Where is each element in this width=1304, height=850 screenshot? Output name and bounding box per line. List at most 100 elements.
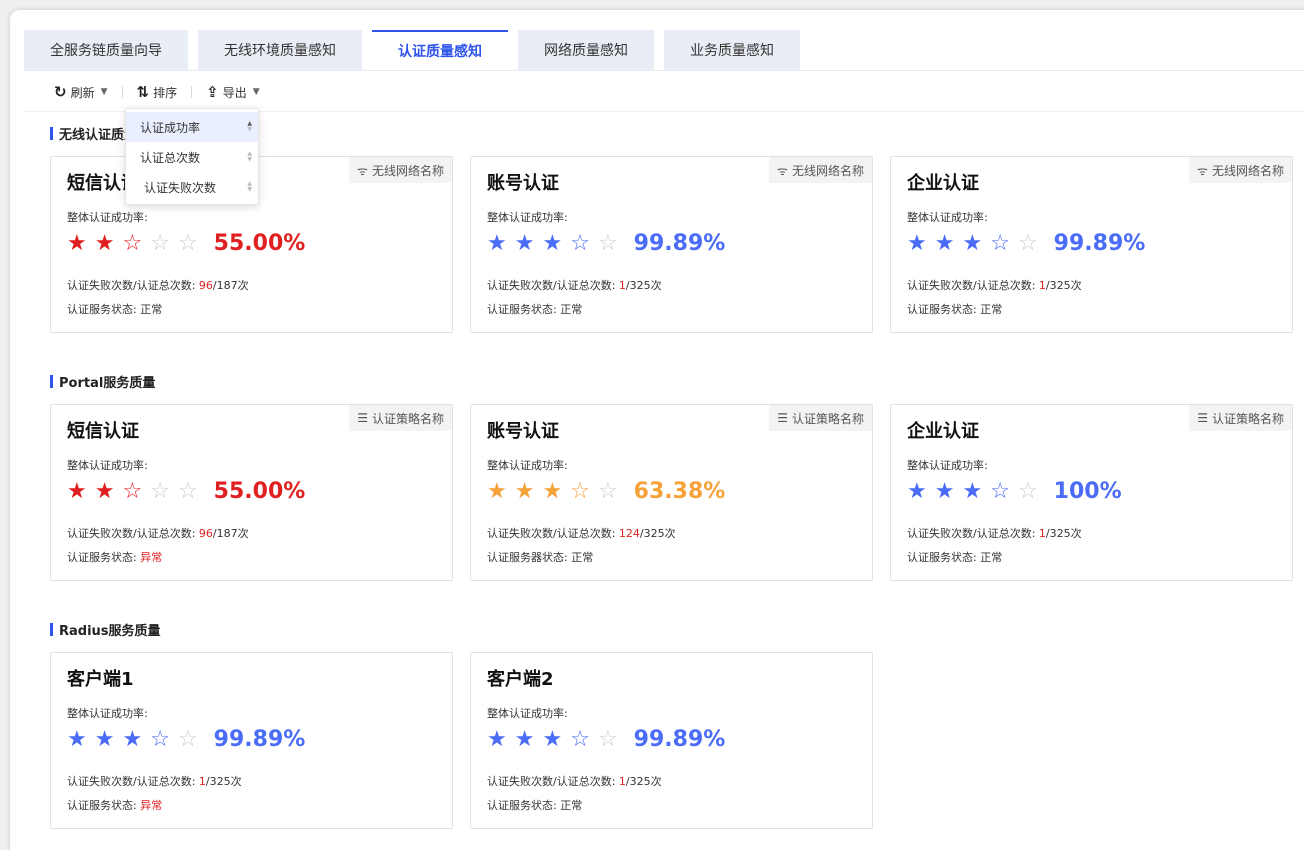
total-count-value: /325次 bbox=[1045, 279, 1082, 292]
section-title: 无线认证质量 bbox=[50, 124, 137, 143]
fail-count-label: 认证失败次数/认证总次数: bbox=[67, 279, 199, 292]
tab-auth-quality[interactable]: 认证质量感知 bbox=[372, 30, 508, 70]
total-count-value: /187次 bbox=[212, 279, 249, 292]
star-empty-icon: ☆ bbox=[1017, 231, 1038, 256]
star-empty-icon: ☆ bbox=[177, 231, 198, 256]
star-empty-icon: ☆ bbox=[122, 479, 143, 504]
star-rating: ★ ★ ★ ☆ ☆ 99.89% bbox=[907, 229, 1145, 259]
fail-count-label: 认证失败次数/认证总次数: bbox=[907, 279, 1039, 292]
star-filled-icon: ★ bbox=[907, 479, 927, 504]
chevron-down-icon: ▼ bbox=[100, 87, 108, 97]
star-filled-icon: ★ bbox=[94, 231, 115, 256]
refresh-button[interactable]: ↻ 刷新 ▼ bbox=[54, 83, 108, 101]
fail-count-value: 96 bbox=[198, 527, 213, 540]
fail-count-value: 1 bbox=[618, 279, 626, 292]
auth-card[interactable]: 企业认证 ☰ 认证策略名称 整体认证成功率: ★ ★ ★ ☆ ☆ 100% 认证失败次数/认证总次数… bbox=[890, 404, 1293, 581]
auth-card[interactable]: 账号认证 ☰ 认证策略名称 整体认证成功率: ★ ★ ★ ☆ ☆ 63.38% 认证失败次数/认证总… bbox=[470, 404, 873, 581]
sort-arrows-icon: ▲ ▼ bbox=[247, 150, 252, 163]
tab-service-chain[interactable]: 全服务链质量向导 bbox=[24, 30, 188, 70]
card-filter-label: 认证策略名称 bbox=[1211, 411, 1284, 426]
card-filter-tag[interactable]: ᯤ 无线网络名称 bbox=[769, 157, 872, 183]
card-title: 企业认证 bbox=[907, 421, 979, 442]
service-status: 认证服务状态: 正常 bbox=[907, 549, 1002, 565]
export-icon: ⇪ bbox=[206, 83, 219, 101]
service-status-value: 正常 bbox=[571, 551, 594, 564]
star-filled-icon: ★ bbox=[487, 727, 507, 752]
success-rate-label: 整体认证成功率: bbox=[907, 211, 988, 224]
service-status-label: 认证服务器状态: bbox=[487, 551, 572, 564]
tab-divider bbox=[24, 70, 1304, 71]
star-empty-icon: ☆ bbox=[990, 479, 1010, 504]
list-icon: ☰ bbox=[357, 411, 368, 425]
card-filter-tag[interactable]: ᯤ 无线网络名称 bbox=[1189, 157, 1292, 183]
star-filled-icon: ★ bbox=[94, 727, 115, 752]
sort-button[interactable]: ⇅ 排序 bbox=[137, 83, 178, 101]
success-rate-value: 100% bbox=[1053, 479, 1122, 504]
toolbar-divider bbox=[121, 86, 123, 98]
fail-total-count: 认证失败次数/认证总次数: 1/325次 bbox=[67, 773, 242, 789]
sort-option-success-rate[interactable]: 认证成功率 ▲ ▼ bbox=[126, 112, 258, 142]
star-empty-icon: ☆ bbox=[177, 727, 198, 752]
service-status-value: 正常 bbox=[980, 303, 1003, 316]
fail-count-label: 认证失败次数/认证总次数: bbox=[487, 279, 619, 292]
star-filled-icon: ★ bbox=[907, 231, 927, 256]
star-empty-icon: ☆ bbox=[990, 231, 1010, 256]
card-title: 短信认证 bbox=[67, 421, 139, 442]
star-filled-icon: ★ bbox=[487, 231, 507, 256]
fail-count-value: 124 bbox=[618, 527, 640, 540]
star-empty-icon: ☆ bbox=[177, 479, 198, 504]
success-rate-value: 99.89% bbox=[213, 727, 306, 752]
sort-option-total-count[interactable]: 认证总次数 ▲ ▼ bbox=[126, 142, 258, 172]
section-title-marker bbox=[50, 375, 53, 388]
auth-card[interactable]: 账号认证 ᯤ 无线网络名称 整体认证成功率: ★ ★ ★ ☆ ☆ 99.89% 认证失败次数/认证总… bbox=[470, 156, 873, 333]
auth-card[interactable]: 客户端2 整体认证成功率: ★ ★ ★ ☆ ☆ 99.89% 认证失败次数/认证总次数: 1/3… bbox=[470, 652, 873, 829]
export-button[interactable]: ⇪ 导出 ▼ bbox=[206, 83, 260, 101]
card-filter-tag[interactable]: ᯤ 无线网络名称 bbox=[349, 157, 452, 183]
success-rate-label: 整体认证成功率: bbox=[907, 459, 988, 472]
star-empty-icon: ☆ bbox=[150, 479, 170, 504]
export-label: 导出 bbox=[222, 85, 247, 100]
fail-total-count: 认证失败次数/认证总次数: 1/325次 bbox=[907, 525, 1082, 541]
card-title: 客户端1 bbox=[67, 669, 134, 690]
fail-count-label: 认证失败次数/认证总次数: bbox=[907, 527, 1039, 540]
sort-arrows-icon: ▲ ▼ bbox=[247, 180, 252, 193]
star-rating: ★ ★ ★ ☆ ☆ 100% bbox=[907, 477, 1122, 507]
sort-icon: ⇅ bbox=[136, 83, 150, 101]
section-title-marker bbox=[50, 127, 53, 140]
tab-wireless-env[interactable]: 无线环境质量感知 bbox=[198, 30, 362, 70]
success-rate-label: 整体认证成功率: bbox=[487, 707, 568, 720]
card-filter-tag[interactable]: ☰ 认证策略名称 bbox=[349, 405, 452, 431]
fail-total-count: 认证失败次数/认证总次数: 96/187次 bbox=[67, 525, 249, 541]
star-empty-icon: ☆ bbox=[597, 479, 618, 504]
service-status-label: 认证服务状态: bbox=[67, 551, 141, 564]
tab-business-quality[interactable]: 业务质量感知 bbox=[664, 30, 800, 70]
service-status-value: 异常 bbox=[140, 799, 163, 812]
star-filled-icon: ★ bbox=[542, 727, 563, 752]
list-icon: ☰ bbox=[1197, 411, 1208, 425]
success-rate-value: 55.00% bbox=[213, 231, 306, 256]
service-status: 认证服务器状态: 正常 bbox=[487, 549, 593, 565]
chevron-down-icon: ▼ bbox=[252, 87, 260, 97]
total-count-value: /325次 bbox=[639, 527, 676, 540]
service-status-label: 认证服务状态: bbox=[487, 303, 561, 316]
sort-label: 排序 bbox=[153, 85, 178, 100]
section-title-marker bbox=[50, 623, 53, 636]
toolbar: ↻ 刷新 ▼ ⇅ 排序 ⇪ 导出 ▼ bbox=[54, 82, 260, 102]
success-rate-value: 55.00% bbox=[213, 479, 306, 504]
card-filter-tag[interactable]: ☰ 认证策略名称 bbox=[769, 405, 872, 431]
card-filter-label: 无线网络名称 bbox=[1211, 163, 1284, 178]
auth-card[interactable]: 企业认证 ᯤ 无线网络名称 整体认证成功率: ★ ★ ★ ☆ ☆ 99.89% 认证失败次数/认证总… bbox=[890, 156, 1293, 333]
service-status: 认证服务状态: 正常 bbox=[487, 797, 582, 813]
tab-network-quality[interactable]: 网络质量感知 bbox=[518, 30, 654, 70]
star-empty-icon: ☆ bbox=[122, 231, 143, 256]
section-title-text: Radius服务质量 bbox=[59, 624, 161, 639]
fail-count-label: 认证失败次数/认证总次数: bbox=[487, 775, 619, 788]
service-status: 认证服务状态: 异常 bbox=[67, 549, 162, 565]
star-empty-icon: ☆ bbox=[597, 727, 618, 752]
sort-option-fail-count[interactable]: 认证失败次数 ▲ ▼ bbox=[126, 172, 258, 202]
auth-card[interactable]: 短信认证 ☰ 认证策略名称 整体认证成功率: ★ ★ ☆ ☆ ☆ 55.00% 认证失败次数/认证总… bbox=[50, 404, 453, 581]
auth-card[interactable]: 客户端1 整体认证成功率: ★ ★ ★ ☆ ☆ 99.89% 认证失败次数/认证总次数: 1/3… bbox=[50, 652, 453, 829]
card-filter-tag[interactable]: ☰ 认证策略名称 bbox=[1189, 405, 1292, 431]
service-status: 认证服务状态: 异常 bbox=[67, 797, 162, 813]
success-rate-label: 整体认证成功率: bbox=[67, 211, 148, 224]
